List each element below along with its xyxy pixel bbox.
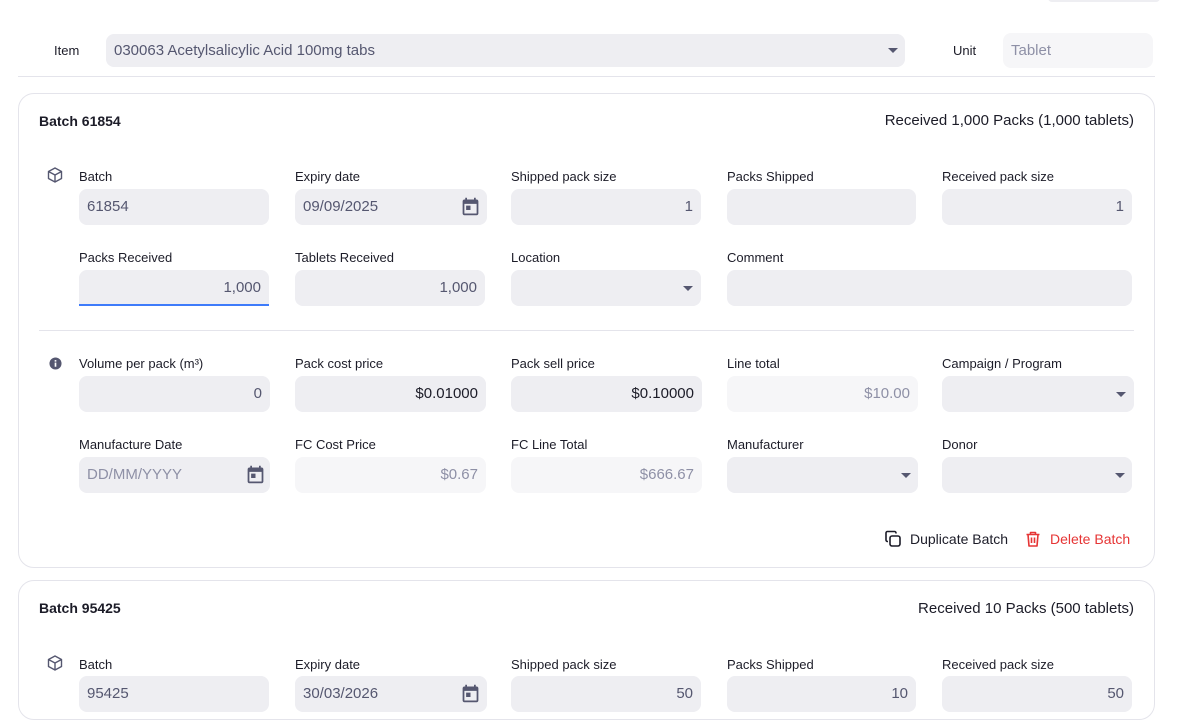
expiry-date-label: Expiry date xyxy=(295,657,361,672)
packs-received-input[interactable]: 1,000 xyxy=(79,270,269,306)
location-select[interactable] xyxy=(511,270,701,306)
item-select[interactable]: 030063 Acetylsalicylic Acid 100mg tabs xyxy=(106,34,905,67)
received-pack-size-input[interactable]: 1 xyxy=(942,189,1132,225)
expiry-date-label: Expiry date xyxy=(295,169,361,184)
manufacturer-chevron-icon[interactable] xyxy=(901,473,911,478)
shipped-pack-size-label: Shipped pack size xyxy=(511,169,617,184)
copy-icon xyxy=(885,530,901,547)
batch-1-title: Batch 61854 xyxy=(39,113,121,129)
fc-line-total-field: $666.67 xyxy=(511,457,702,493)
batch-2-title: Batch 95425 xyxy=(39,600,121,616)
received-pack-size-label: Received pack size xyxy=(942,169,1054,184)
item-select-chevron-icon[interactable] xyxy=(888,48,898,53)
item-select-value: 030063 Acetylsalicylic Acid 100mg tabs xyxy=(114,42,375,59)
item-label: Item xyxy=(54,43,80,58)
unit-field-placeholder: Tablet xyxy=(1011,42,1052,59)
line-total-label: Line total xyxy=(727,356,780,371)
packs-received-label: Packs Received xyxy=(79,250,173,265)
manufacture-date-placeholder: DD/MM/YYYY xyxy=(87,466,183,483)
manufacturer-label: Manufacturer xyxy=(727,437,804,452)
tablets-received-input[interactable]: 1,000 xyxy=(295,270,485,306)
unit-label: Unit xyxy=(953,43,977,58)
delete-batch-button[interactable]: Delete Batch xyxy=(1024,530,1130,548)
batch-1-section-divider xyxy=(39,330,1134,331)
expiry-date-input[interactable]: 30/03/2026 xyxy=(295,676,487,712)
manufacture-date-label: Manufacture Date xyxy=(79,437,183,452)
expiry-date-value: 09/09/2025 xyxy=(303,198,379,215)
location-chevron-icon[interactable] xyxy=(683,286,693,291)
pack-sell-price-input[interactable]: $0.10000 xyxy=(511,376,702,412)
delete-batch-label: Delete Batch xyxy=(1050,531,1131,547)
unit-field[interactable]: Tablet xyxy=(1003,33,1153,68)
manufacture-date-input[interactable]: DD/MM/YYYY xyxy=(79,457,270,493)
calendar-icon[interactable] xyxy=(460,196,481,217)
received-pack-size-label: Received pack size xyxy=(942,657,1054,672)
donor-label: Donor xyxy=(942,437,978,452)
fc-cost-price-field: $0.67 xyxy=(295,457,486,493)
volume-per-pack-label: Volume per pack (m³) xyxy=(79,356,204,371)
pack-cost-price-label: Pack cost price xyxy=(295,356,384,371)
pack-sell-price-label: Pack sell price xyxy=(511,356,595,371)
packs-shipped-input[interactable] xyxy=(727,189,916,225)
fc-line-total-label: FC Line Total xyxy=(511,437,588,452)
batch-label: Batch xyxy=(79,169,113,184)
donor-select[interactable] xyxy=(942,457,1132,493)
batch-input[interactable]: 61854 xyxy=(79,189,269,225)
duplicate-batch-button[interactable]: Duplicate Batch xyxy=(884,530,1008,548)
expiry-date-input[interactable]: 09/09/2025 xyxy=(295,189,487,225)
package-icon xyxy=(47,167,63,183)
duplicate-batch-label: Duplicate Batch xyxy=(910,531,1009,547)
campaign-program-select[interactable] xyxy=(942,376,1134,412)
fc-cost-price-label: FC Cost Price xyxy=(295,437,376,452)
received-pack-size-input[interactable]: 50 xyxy=(942,676,1132,712)
pack-cost-price-input[interactable]: $0.01000 xyxy=(295,376,486,412)
shipped-pack-size-label: Shipped pack size xyxy=(511,657,617,672)
packs-shipped-label: Packs Shipped xyxy=(727,169,814,184)
location-label: Location xyxy=(511,250,561,265)
manufacturer-select[interactable] xyxy=(727,457,918,493)
campaign-chevron-icon[interactable] xyxy=(1116,392,1126,397)
top-edge-element xyxy=(1048,0,1160,2)
volume-per-pack-input[interactable]: 0 xyxy=(79,376,270,412)
donor-chevron-icon[interactable] xyxy=(1115,473,1125,478)
batch-input[interactable]: 95425 xyxy=(79,676,269,712)
batch-label: Batch xyxy=(79,657,113,672)
tablets-received-label: Tablets Received xyxy=(295,250,394,265)
packs-shipped-label: Packs Shipped xyxy=(727,657,814,672)
package-icon xyxy=(47,655,63,671)
shipped-pack-size-input[interactable]: 50 xyxy=(511,676,701,712)
comment-input[interactable] xyxy=(727,270,1132,306)
header-divider xyxy=(18,76,1155,77)
info-icon xyxy=(49,357,62,370)
batch-2-summary: Received 10 Packs (500 tablets) xyxy=(918,600,1134,617)
comment-label: Comment xyxy=(727,250,784,265)
packs-shipped-input[interactable]: 10 xyxy=(727,676,916,712)
shipped-pack-size-input[interactable]: 1 xyxy=(511,189,701,225)
trash-icon xyxy=(1026,531,1040,547)
batch-1-summary: Received 1,000 Packs (1,000 tablets) xyxy=(884,112,1134,129)
calendar-icon[interactable] xyxy=(245,464,266,485)
expiry-date-value: 30/03/2026 xyxy=(303,685,379,702)
campaign-program-label: Campaign / Program xyxy=(942,356,1062,371)
calendar-icon[interactable] xyxy=(460,683,481,704)
line-total-field: $10.00 xyxy=(727,376,918,412)
